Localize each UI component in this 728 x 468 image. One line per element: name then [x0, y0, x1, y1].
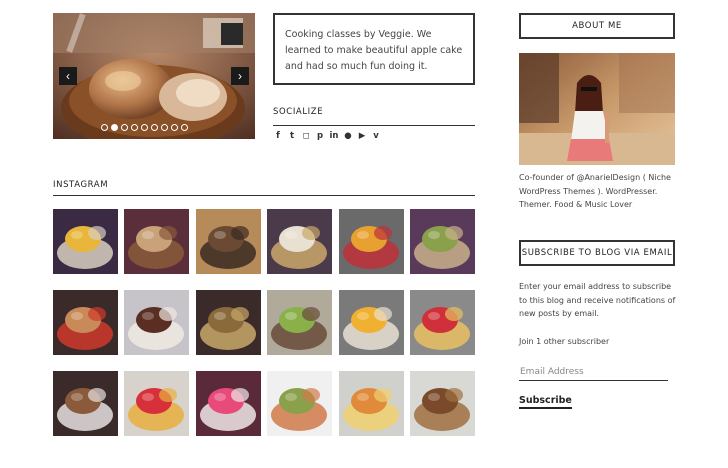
seed-crackers-bowl-photo[interactable]	[195, 290, 261, 355]
slider-dot[interactable]	[171, 124, 178, 131]
socialize-heading: SOCIALIZE	[273, 107, 324, 117]
subscribe-description: Enter your email address to subscribe to…	[519, 282, 676, 318]
about-me-bio: Co-founder of @AnarielDesign ( Niche Wor…	[519, 173, 671, 209]
about-me-heading-label: ABOUT ME	[572, 21, 622, 31]
facebook-icon[interactable]: f	[273, 131, 283, 142]
slider-next-button[interactable]: ›	[231, 67, 249, 85]
instagram-heading: INSTAGRAM	[53, 180, 109, 190]
flatbread-crackers-photo[interactable]	[124, 209, 190, 274]
slider-dot[interactable]	[121, 124, 128, 131]
coconut-truffles-photo[interactable]	[124, 290, 190, 355]
instagram-divider	[53, 195, 475, 196]
bliss-balls-bowl-photo[interactable]	[53, 371, 118, 436]
about-me-heading: ABOUT ME	[519, 13, 675, 39]
slide-image-apple-cake	[53, 13, 255, 139]
raspberry-dessert-glass-photo[interactable]	[124, 371, 190, 436]
slider-dot[interactable]	[141, 124, 148, 131]
slider-dot[interactable]	[161, 124, 168, 131]
vine-icon[interactable]: v	[371, 131, 381, 142]
intro-text-box: Cooking classes by Veggie. We learned to…	[273, 13, 475, 85]
github-icon[interactable]: ●	[343, 131, 353, 142]
raspberry-parfait-jar-photo[interactable]	[410, 290, 475, 355]
slider-prev-button[interactable]: ‹	[59, 67, 77, 85]
chevron-right-icon: ›	[238, 69, 242, 83]
linkedin-icon[interactable]: in	[329, 131, 339, 142]
overnight-oats-jar-photo[interactable]	[267, 209, 333, 274]
mango-parfait-jar-photo[interactable]	[338, 290, 404, 355]
social-links: f t ◻ p in ● ▶ v	[273, 131, 381, 142]
pinterest-icon[interactable]: p	[315, 131, 325, 142]
slider-dot[interactable]	[181, 124, 188, 131]
intro-text: Cooking classes by Veggie. We learned to…	[285, 29, 463, 72]
email-address-input[interactable]	[519, 364, 668, 381]
subscribe-heading-label: SUBSCRIBE TO BLOG VIA EMAIL	[521, 248, 673, 258]
socialize-divider	[273, 125, 475, 126]
twitter-icon[interactable]: t	[287, 131, 297, 142]
green-smoothie-photo[interactable]	[267, 290, 333, 355]
granola-bars-photo[interactable]	[410, 371, 475, 436]
crackers-plate-photo[interactable]	[53, 290, 118, 355]
image-slider: ‹ ›	[53, 13, 255, 139]
berry-mango-jar-photo[interactable]	[338, 209, 404, 274]
chevron-left-icon: ‹	[66, 69, 70, 83]
slider-dot[interactable]	[151, 124, 158, 131]
subscribe-button[interactable]: Subscribe	[519, 395, 572, 409]
pink-soup-photo[interactable]	[195, 371, 261, 436]
slider-dot[interactable]	[111, 124, 118, 131]
mango-chia-pudding-photo[interactable]	[53, 209, 118, 274]
slider-dot[interactable]	[131, 124, 138, 131]
green-crackers-photo[interactable]	[410, 209, 475, 274]
vegetable-soup-photo[interactable]	[267, 371, 333, 436]
subscribe-heading: SUBSCRIBE TO BLOG VIA EMAIL	[519, 240, 675, 266]
instagram-icon[interactable]: ◻	[301, 131, 311, 142]
slider-pagination	[101, 124, 188, 131]
subscriber-count: Join 1 other subscriber	[519, 337, 610, 346]
energy-balls-bowl-photo[interactable]	[195, 209, 261, 274]
youtube-icon[interactable]: ▶	[357, 131, 367, 142]
pasta-salad-photo[interactable]	[338, 371, 404, 436]
slider-dot[interactable]	[101, 124, 108, 131]
about-me-photo	[519, 53, 675, 165]
